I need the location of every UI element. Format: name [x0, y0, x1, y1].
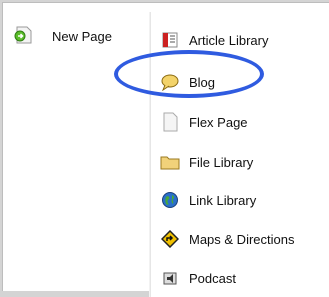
menu-item-article-library[interactable]: Article Library — [151, 28, 329, 52]
road-sign-icon — [159, 229, 181, 249]
folder-icon — [159, 152, 181, 172]
menu-item-label: Flex Page — [189, 114, 248, 130]
menu-item-maps-directions[interactable]: Maps & Directions — [151, 227, 329, 251]
globe-icon — [159, 190, 181, 210]
menu-item-link-library[interactable]: Link Library — [151, 188, 329, 212]
speech-bubble-icon — [159, 72, 181, 92]
menu-item-label: New Page — [52, 28, 112, 44]
article-library-icon — [159, 30, 181, 50]
menu-item-blog[interactable]: Blog — [151, 70, 329, 94]
speaker-icon — [159, 268, 181, 288]
green-arrow-page-icon — [14, 25, 34, 48]
menu-item-podcast[interactable]: Podcast — [151, 266, 329, 290]
menu-item-label: Link Library — [189, 192, 257, 208]
menu-item-label: Podcast — [189, 270, 236, 286]
new-page-submenu: Article Library Blog Flex Page File Libr… — [150, 12, 329, 297]
menu-item-file-library[interactable]: File Library — [151, 150, 329, 174]
menu-item-label: Article Library — [189, 32, 269, 48]
menu-item-new-page[interactable]: New Page — [14, 24, 112, 48]
menu-item-flex-page[interactable]: Flex Page — [151, 110, 329, 134]
blank-page-icon — [159, 112, 181, 132]
menu-item-label: Blog — [189, 74, 216, 90]
menu-item-label: File Library — [189, 154, 254, 170]
menu-item-label: Maps & Directions — [189, 231, 295, 247]
